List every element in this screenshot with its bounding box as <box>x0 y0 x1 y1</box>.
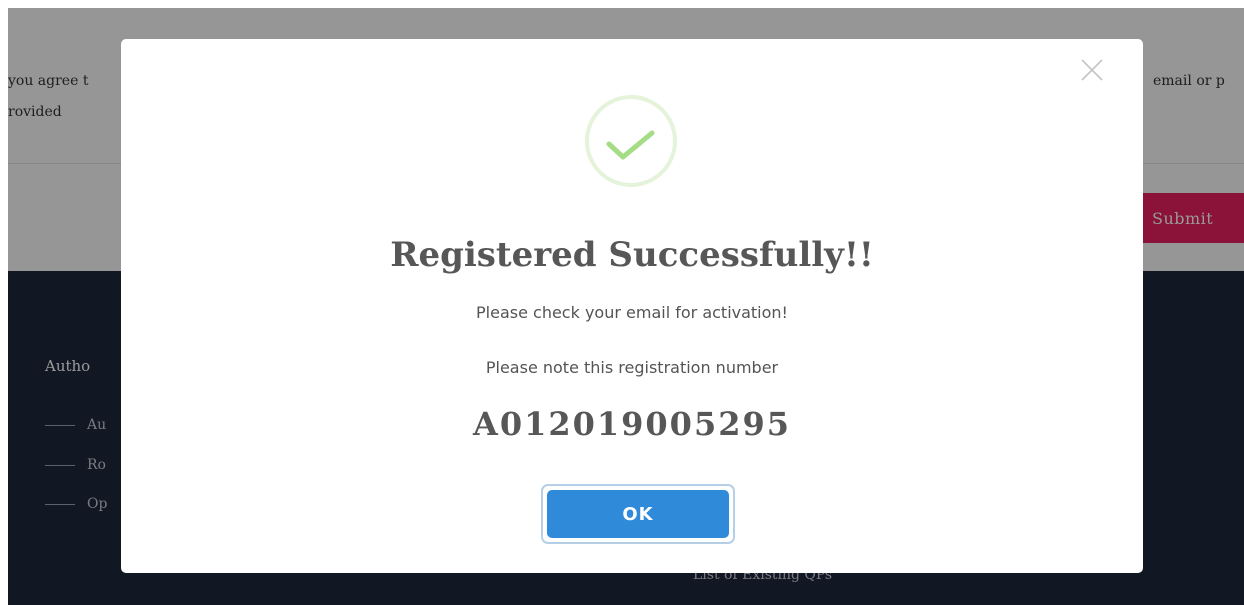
registration-note: Please note this registration number <box>485 358 779 377</box>
page: you agree t rovided email or p Submit Au… <box>8 8 1244 605</box>
ok-button[interactable]: OK <box>547 490 729 538</box>
registration-number: A012019005295 <box>472 405 791 443</box>
close-icon[interactable] <box>1076 54 1108 86</box>
success-dialog: Registered Successfully!! Please check y… <box>121 39 1143 573</box>
ok-button-focus-ring: OK <box>541 484 735 544</box>
activation-message: Please check your email for activation! <box>476 303 788 322</box>
dialog-title: Registered Successfully!! <box>390 235 874 275</box>
checkmark-circle-icon <box>543 91 719 191</box>
